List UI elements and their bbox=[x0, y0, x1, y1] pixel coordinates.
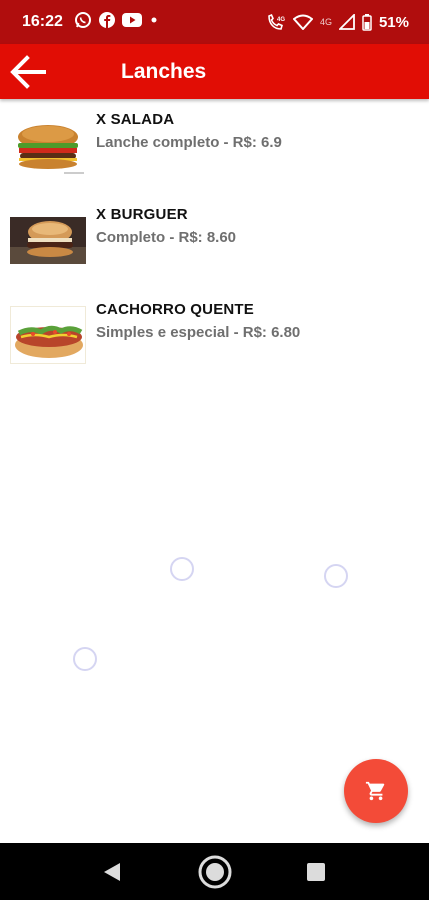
facebook-icon bbox=[99, 12, 115, 28]
arrow-back-icon bbox=[10, 55, 46, 89]
navigation-bar bbox=[0, 843, 429, 900]
home-circle-icon[interactable] bbox=[197, 854, 233, 890]
touch-indicator bbox=[170, 557, 194, 581]
item-description: Completo - R$: 8.60 bbox=[96, 229, 237, 246]
status-system-icons: 4G 4G 51% bbox=[266, 13, 409, 31]
dot-icon bbox=[151, 17, 157, 23]
battery-icon bbox=[362, 13, 372, 31]
youtube-icon bbox=[122, 13, 142, 27]
signal-icon bbox=[338, 14, 355, 30]
status-notification-icons bbox=[74, 11, 160, 29]
touch-indicator bbox=[324, 564, 348, 588]
cart-button[interactable] bbox=[344, 759, 408, 823]
network-type: 4G bbox=[319, 17, 332, 27]
touch-indicator bbox=[73, 647, 97, 671]
volte-call-icon: 4G bbox=[268, 13, 285, 30]
item-description: Lanche completo - R$: 6.9 bbox=[96, 134, 282, 151]
back-triangle-icon[interactable] bbox=[101, 861, 123, 883]
burger-salad-image bbox=[10, 117, 86, 177]
recents-square-icon[interactable] bbox=[306, 862, 326, 882]
cart-icon bbox=[365, 781, 385, 801]
burger-image bbox=[10, 217, 86, 264]
svg-text:4G: 4G bbox=[277, 17, 285, 23]
app-bar: Lanches bbox=[0, 44, 429, 99]
battery-percent: 51% bbox=[378, 13, 409, 31]
whatsapp-icon bbox=[75, 12, 91, 28]
list-item-x-salada[interactable]: X SALADA Lanche completo - R$: 6.9 bbox=[0, 99, 429, 189]
hotdog-image bbox=[10, 306, 86, 364]
item-title: CACHORRO QUENTE bbox=[96, 301, 255, 318]
list-item-x-burguer[interactable]: X BURGUER Completo - R$: 8.60 bbox=[0, 194, 429, 284]
status-time: 16:22 bbox=[22, 13, 63, 30]
item-title: X SALADA bbox=[96, 111, 175, 128]
status-bar: 16:22 4G 4G 51% bbox=[0, 0, 429, 44]
item-title: X BURGUER bbox=[96, 206, 188, 223]
back-button[interactable] bbox=[8, 53, 48, 91]
item-description: Simples e especial - R$: 6.80 bbox=[96, 324, 301, 341]
page-title: Lanches bbox=[121, 60, 207, 83]
wifi-icon bbox=[292, 14, 313, 30]
list-item-cachorro-quente[interactable]: CACHORRO QUENTE Simples e especial - R$:… bbox=[0, 289, 429, 379]
